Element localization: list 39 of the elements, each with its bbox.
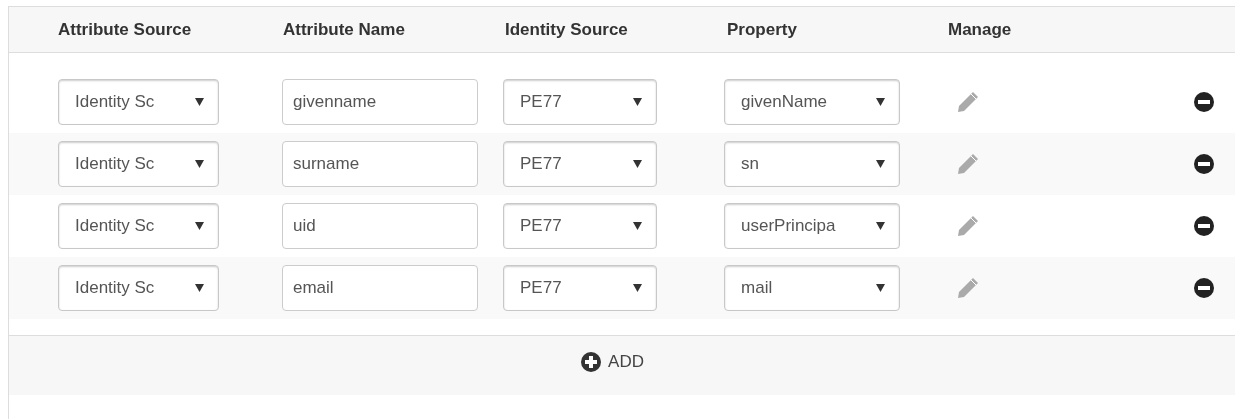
- column-header: Identity Source: [505, 19, 628, 39]
- caret-icon: [633, 98, 642, 106]
- identity-source-select[interactable]: PE77: [503, 203, 657, 249]
- identity-source-select[interactable]: PE77: [503, 265, 657, 311]
- column-header: Attribute Name: [283, 19, 405, 39]
- attribute-source-select[interactable]: Identity Sc: [58, 79, 219, 125]
- caret-icon: [633, 160, 642, 168]
- remove-icon[interactable]: [1193, 153, 1215, 175]
- caret-icon: [195, 222, 204, 230]
- property-select[interactable]: givenName: [724, 79, 901, 125]
- column-header: Manage: [948, 19, 1012, 39]
- identity-source-select[interactable]: PE77: [503, 141, 657, 187]
- add-icon: [580, 351, 603, 373]
- caret-icon: [195, 284, 204, 292]
- caret-icon: [195, 98, 204, 106]
- attribute-name-field[interactable]: surname: [282, 141, 478, 187]
- caret-icon: [633, 284, 642, 292]
- column-header: Property: [727, 19, 797, 39]
- caret-icon: [633, 222, 642, 230]
- attribute-source-select[interactable]: Identity Sc: [58, 265, 219, 311]
- property-select[interactable]: sn: [724, 141, 901, 187]
- attribute-name-field[interactable]: givenname: [282, 79, 478, 125]
- attribute-source-select[interactable]: Identity Sc: [58, 141, 219, 187]
- attribute-name-field[interactable]: uid: [282, 203, 478, 249]
- caret-icon: [195, 160, 204, 168]
- caret-icon: [876, 284, 886, 292]
- property-select[interactable]: mail: [724, 265, 901, 311]
- caret-icon: [876, 98, 886, 106]
- remove-icon[interactable]: [1193, 277, 1215, 299]
- attribute-source-select[interactable]: Identity Sc: [58, 203, 219, 249]
- attribute-name-field[interactable]: email: [282, 265, 478, 311]
- caret-icon: [876, 160, 886, 168]
- remove-icon[interactable]: [1193, 91, 1215, 113]
- column-header: Attribute Source: [58, 19, 192, 39]
- caret-icon: [876, 222, 886, 230]
- identity-source-select[interactable]: PE77: [503, 79, 657, 125]
- add-button[interactable]: ADD: [580, 349, 644, 375]
- remove-icon[interactable]: [1193, 215, 1215, 237]
- property-select[interactable]: userPrincipa: [724, 203, 901, 249]
